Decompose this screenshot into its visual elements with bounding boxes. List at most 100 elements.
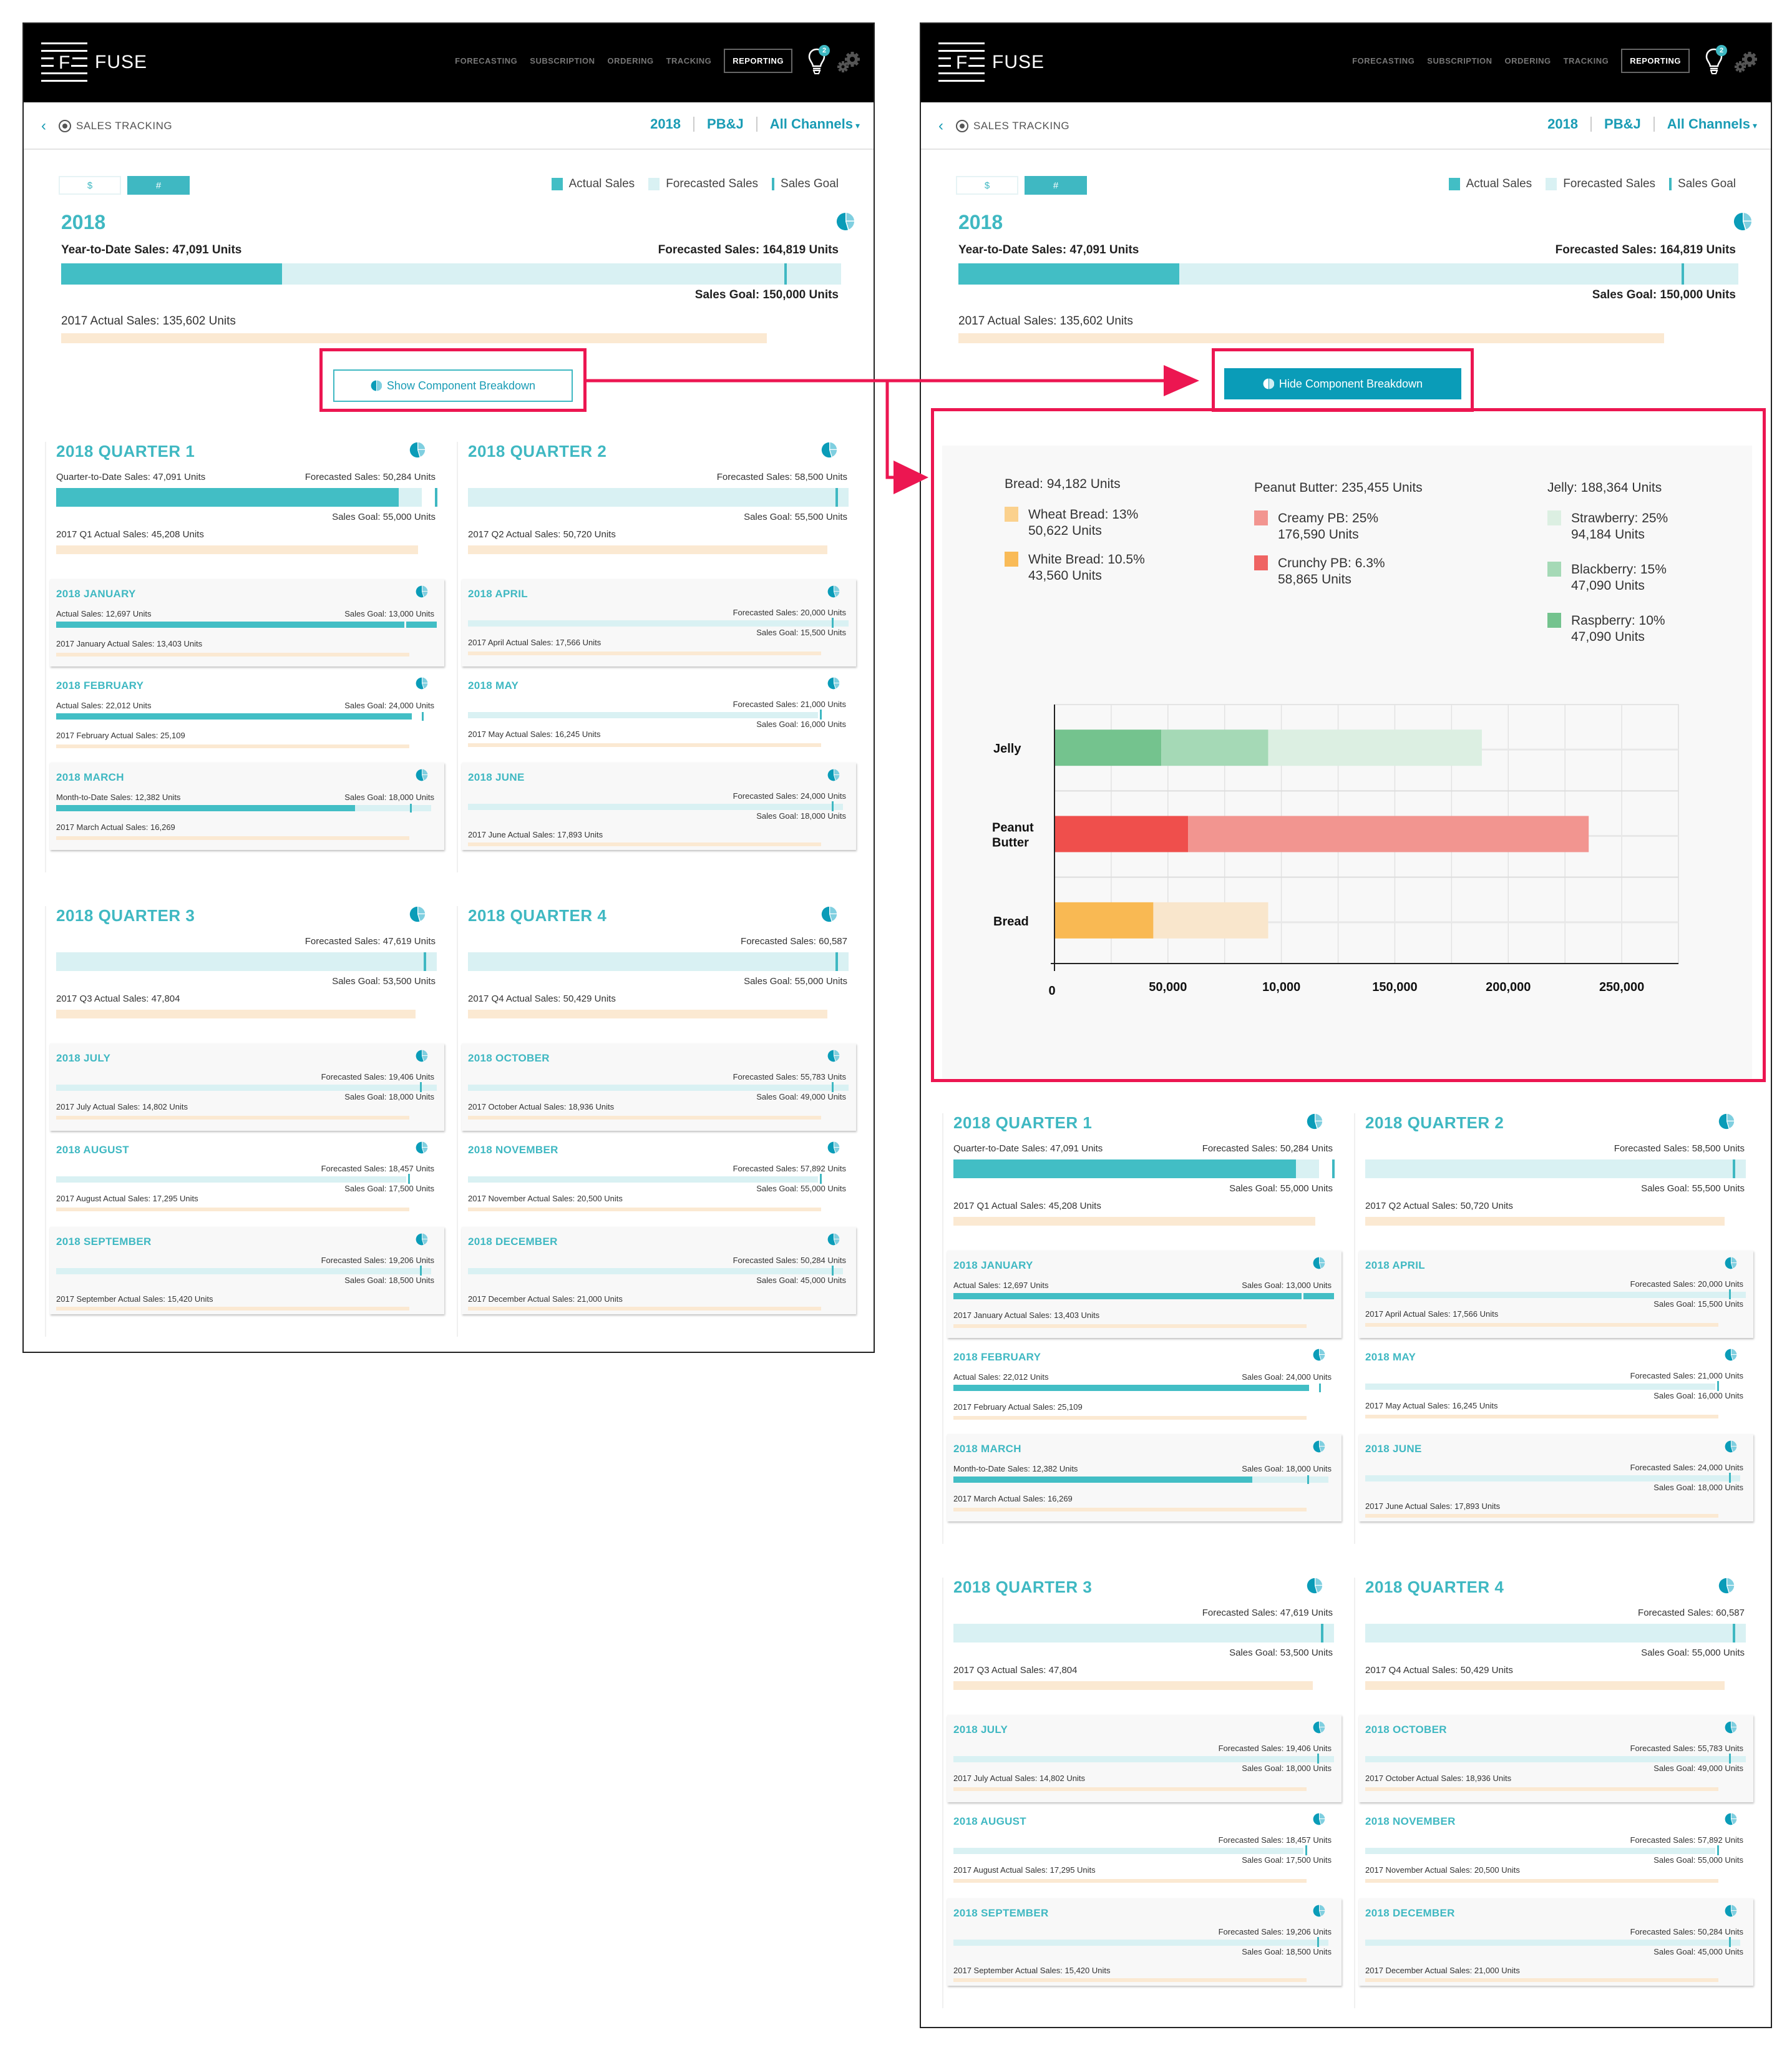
nav-reporting[interactable]: REPORTING <box>724 49 792 73</box>
units-toggle[interactable]: # <box>127 176 190 195</box>
pie-chart-icon[interactable] <box>1313 1721 1325 1734</box>
goal-marker <box>420 1082 422 1092</box>
pie-chart-icon[interactable] <box>1725 1813 1737 1825</box>
goal-marker <box>1302 1292 1303 1301</box>
pie-chart-icon[interactable] <box>1307 1113 1325 1132</box>
quarter-goal-label: Sales Goal: 55,500 Units <box>744 512 847 522</box>
nav-forecasting[interactable]: FORECASTING <box>455 56 517 66</box>
top-nav: F FUSE FORECASTING SUBSCRIPTION ORDERING… <box>921 24 1771 102</box>
unit-toggle: $ # <box>956 176 1087 195</box>
month-title: 2018 AUGUST <box>56 1144 129 1156</box>
month-card: 2018 AUGUST Forecasted Sales: 18,457 Unit… <box>50 1135 444 1223</box>
pie-chart-icon[interactable] <box>1307 1578 1325 1596</box>
units-toggle[interactable]: # <box>1025 176 1087 195</box>
legend-actual: Actual Sales <box>1448 177 1532 191</box>
goal-marker <box>835 488 838 507</box>
product-filter[interactable]: PB&J <box>1604 116 1641 132</box>
pie-chart-icon[interactable] <box>827 1141 840 1154</box>
pie-chart-icon[interactable] <box>416 677 428 690</box>
pie-chart-icon[interactable] <box>416 1233 428 1246</box>
pie-chart-icon[interactable] <box>1725 1440 1737 1453</box>
pie-chart-icon[interactable] <box>821 906 840 925</box>
pie-chart-icon[interactable] <box>821 442 840 461</box>
month-title: 2018 FEBRUARY <box>56 680 144 691</box>
year-filter[interactable]: 2018 <box>1547 116 1578 132</box>
pie-chart-icon[interactable] <box>827 769 840 781</box>
breadcrumb: SALES TRACKING <box>59 120 172 132</box>
bar-segment-blackberry <box>1161 730 1269 766</box>
pie-chart-icon[interactable] <box>827 677 840 690</box>
goal-marker <box>784 263 787 285</box>
nav-tracking[interactable]: TRACKING <box>666 56 712 66</box>
month-card: 2018 DECEMBER Forecasted Sales: 50,284 Un… <box>462 1227 856 1314</box>
month-card: 2018 FEBRUARY Actual Sales: 22,012 Units S… <box>50 671 444 758</box>
back-chevron-icon[interactable]: ‹ <box>41 117 46 135</box>
quarter-forecast-label: Forecasted Sales: 60,587 <box>1638 1608 1745 1618</box>
gear-icon[interactable] <box>1733 51 1758 74</box>
channel-filter[interactable]: All Channels ▾ <box>770 116 860 132</box>
goal-marker <box>424 952 426 971</box>
dollar-toggle[interactable]: $ <box>59 176 121 195</box>
month-card: 2018 JANUARY Actual Sales: 12,697 Units Sa… <box>50 579 444 666</box>
month-forecast-label: Forecasted Sales: 55,783 Units <box>1630 1744 1743 1753</box>
pie-chart-icon[interactable] <box>1313 1349 1325 1361</box>
year-filter[interactable]: 2018 <box>650 116 681 132</box>
pie-chart-icon[interactable] <box>409 442 428 461</box>
month-goal-label: Sales Goal: 18,000 Units <box>344 1092 434 1101</box>
pie-chart-icon[interactable] <box>416 585 428 598</box>
channel-filter-label: All Channels <box>1667 116 1750 132</box>
logo[interactable]: F FUSE <box>938 42 1045 82</box>
goal-marker <box>1729 1754 1731 1764</box>
pie-chart-icon[interactable] <box>1718 1578 1737 1596</box>
pie-chart-icon[interactable] <box>416 1050 428 1062</box>
month-title: 2018 JULY <box>953 1724 1008 1735</box>
nav-ordering[interactable]: ORDERING <box>608 56 654 66</box>
legend-label: Sales Goal <box>781 177 839 190</box>
month-title: 2018 DECEMBER <box>1365 1907 1455 1919</box>
month-actual-label: Actual Sales: 22,012 Units <box>56 701 152 710</box>
month-prev-bar <box>953 1508 1307 1511</box>
bar-segment-white-bread <box>1054 902 1154 939</box>
month-prev-bar <box>953 1416 1307 1420</box>
nav-subscription[interactable]: SUBSCRIPTION <box>530 56 595 66</box>
pie-chart-icon[interactable] <box>416 769 428 781</box>
month-title: 2018 NOVEMBER <box>1365 1815 1456 1827</box>
legend-label: Actual Sales <box>568 177 635 190</box>
month-goal-label: Sales Goal: 55,000 Units <box>1653 1855 1743 1865</box>
quarter-prev-bar <box>1365 1217 1725 1226</box>
quarter-prev-bar <box>468 1010 827 1018</box>
nav-reporting[interactable]: REPORTING <box>1621 49 1690 73</box>
gear-icon[interactable] <box>836 51 861 74</box>
pie-chart-icon[interactable] <box>827 1050 840 1062</box>
pie-chart-icon[interactable] <box>836 212 855 231</box>
logo[interactable]: F FUSE <box>41 42 147 82</box>
pie-chart-icon[interactable] <box>1733 212 1752 231</box>
pie-chart-icon[interactable] <box>1313 1905 1325 1917</box>
pie-chart-icon[interactable] <box>416 1141 428 1154</box>
nav-ordering[interactable]: ORDERING <box>1505 56 1551 66</box>
quarter-progress-bar <box>1365 1159 1746 1178</box>
month-title: 2018 APRIL <box>468 588 528 600</box>
back-chevron-icon[interactable]: ‹ <box>938 117 943 135</box>
nav-forecasting[interactable]: FORECASTING <box>1352 56 1415 66</box>
pie-chart-icon[interactable] <box>1718 1113 1737 1132</box>
pie-chart-icon[interactable] <box>827 1233 840 1246</box>
nav-subscription[interactable]: SUBSCRIPTION <box>1427 56 1492 66</box>
quarter-to-date-label: Quarter-to-Date Sales: 47,091 Units <box>56 472 206 482</box>
pie-chart-icon[interactable] <box>1313 1440 1325 1453</box>
month-prev-label: 2017 February Actual Sales: 25,109 <box>953 1402 1083 1412</box>
pie-chart-icon[interactable] <box>1313 1813 1325 1825</box>
nav-tracking[interactable]: TRACKING <box>1564 56 1609 66</box>
pie-chart-icon[interactable] <box>1313 1257 1325 1269</box>
goal-marker <box>1717 1845 1719 1855</box>
pie-chart-icon[interactable] <box>1725 1257 1737 1269</box>
channel-filter[interactable]: All Channels ▾ <box>1667 116 1757 132</box>
month-title: 2018 MAY <box>468 680 519 691</box>
pie-chart-icon[interactable] <box>1725 1721 1737 1734</box>
pie-chart-icon[interactable] <box>827 585 840 598</box>
pie-chart-icon[interactable] <box>1725 1349 1737 1361</box>
pie-chart-icon[interactable] <box>409 906 428 925</box>
dollar-toggle[interactable]: $ <box>956 176 1018 195</box>
product-filter[interactable]: PB&J <box>707 116 744 132</box>
pie-chart-icon[interactable] <box>1725 1905 1737 1917</box>
